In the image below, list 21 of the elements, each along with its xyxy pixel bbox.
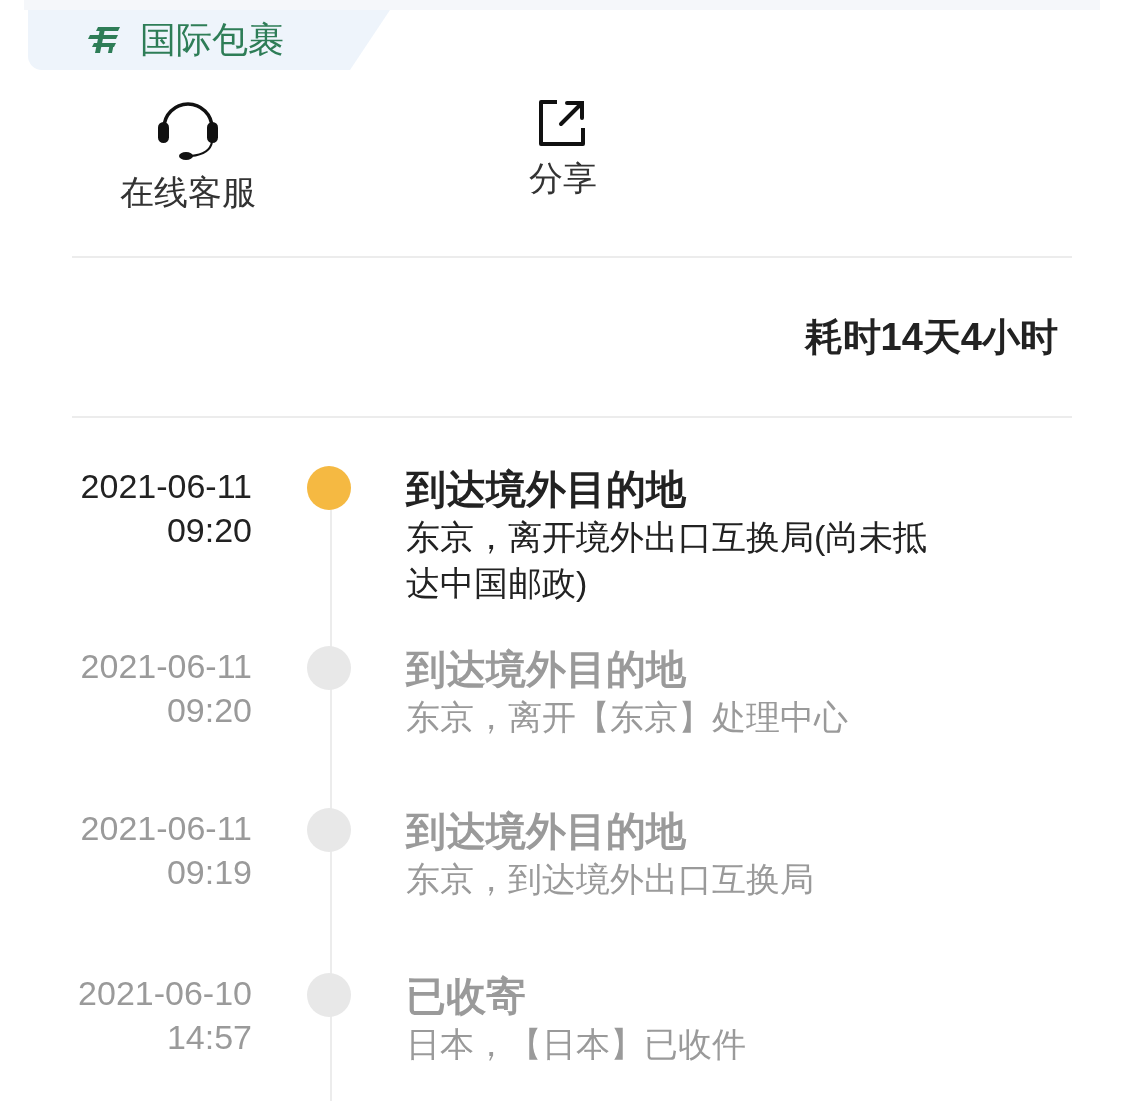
- event-date: 2021-06-10: [77, 973, 252, 1014]
- event-date: 2021-06-11: [79, 646, 252, 687]
- event-time: 09:20: [165, 510, 252, 551]
- event-title: 到达境外目的地: [406, 466, 687, 513]
- event-time: 09:19: [165, 852, 252, 893]
- event-title: 到达境外目的地: [406, 646, 687, 693]
- event-title: 已收寄: [406, 973, 527, 1020]
- event-time: 14:57: [165, 1017, 252, 1058]
- event-detail: 东京，离开境外出口互换局(尚未抵达中国邮政): [406, 517, 929, 604]
- event-detail: 东京，到达境外出口互换局: [406, 859, 815, 900]
- tab-label: 国际包裹: [140, 22, 284, 58]
- share-button[interactable]: 分享: [528, 98, 597, 256]
- event-date: 2021-06-11: [79, 808, 252, 849]
- event-time: 09:20: [165, 690, 252, 731]
- support-button[interactable]: 在线客服: [119, 98, 256, 256]
- duration-text: 耗时14天4小时: [804, 314, 1058, 360]
- event-title: 到达境外目的地: [406, 808, 687, 855]
- post-logo-icon: [88, 25, 122, 55]
- event-date: 2021-06-11: [79, 466, 252, 507]
- event-detail: 日本，【日本】已收件: [406, 1024, 747, 1065]
- event-detail: 东京，离开【东京】处理中心: [406, 697, 849, 738]
